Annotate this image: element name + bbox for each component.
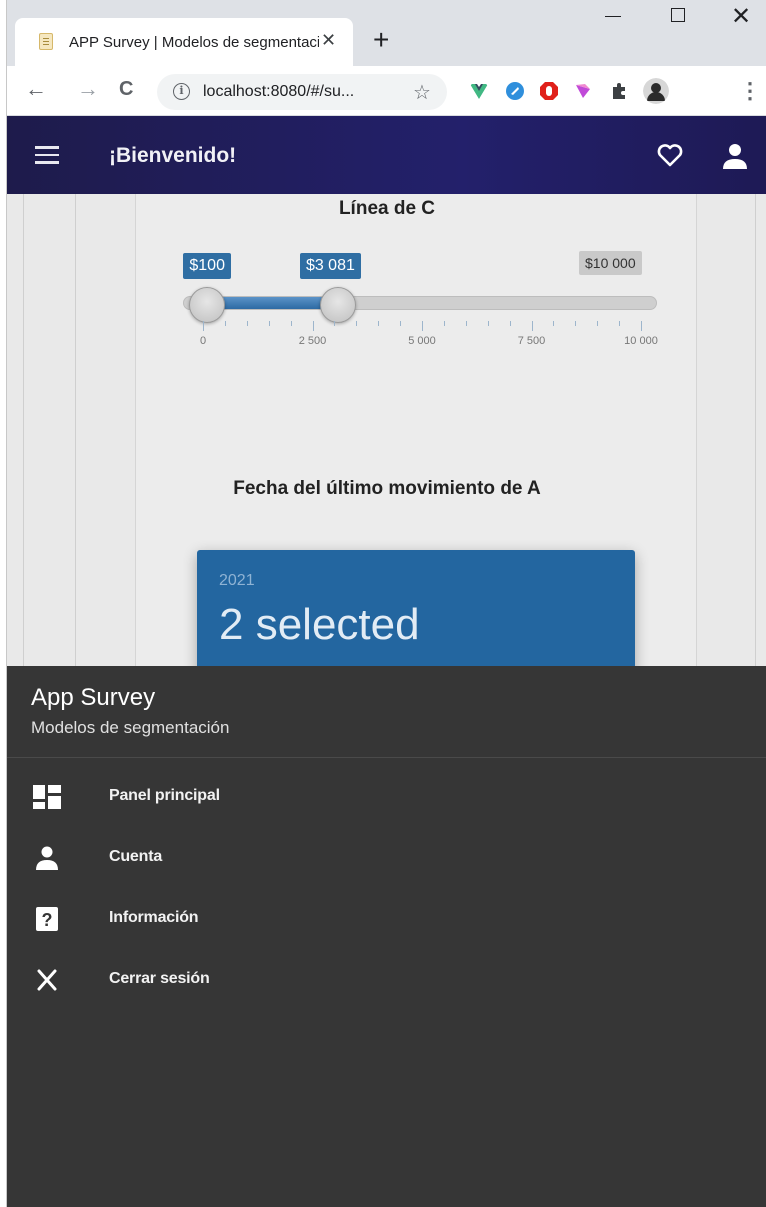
slider-tick: [575, 321, 577, 326]
tab-title: APP Survey | Modelos de segmentación: [69, 34, 319, 51]
tab-strip: APP Survey | Modelos de segmentación ✕ +…: [7, 0, 766, 66]
maximize-button[interactable]: [671, 8, 685, 22]
slider-tick-label: 0: [199, 335, 207, 347]
slider-tick: [400, 321, 402, 326]
date-section-title: Fecha del último movimiento de A: [233, 478, 541, 499]
drawer-subtitle: Modelos de segmentación: [31, 718, 230, 737]
slider-tick: [465, 321, 467, 326]
reload-button[interactable]: C: [119, 78, 133, 101]
menu-item-label: Cuenta: [109, 848, 163, 865]
slider-max-badge: $10 000: [579, 251, 642, 275]
url-text: localhost:8080/#/su...: [203, 83, 355, 100]
account-icon: [36, 846, 58, 870]
menu-item-label: Panel principal: [109, 787, 220, 804]
slider-tick: [422, 321, 423, 331]
slider-title: Línea de C: [338, 198, 436, 219]
navigation-drawer: App Survey Modelos de segmentación Panel…: [7, 666, 766, 1207]
close-icon: [37, 969, 57, 991]
drawer-title: App Survey: [31, 684, 156, 711]
tab-close-icon[interactable]: ✕: [321, 30, 336, 51]
menu-item-label: Cerrar sesión: [109, 970, 210, 987]
menu-item-cuenta[interactable]: Cuenta: [7, 833, 766, 883]
minimize-button[interactable]: [605, 16, 621, 17]
menu-item-label: Información: [109, 909, 199, 926]
browser-window: APP Survey | Modelos de segmentación ✕ +…: [6, 0, 766, 1207]
forward-button[interactable]: →: [77, 76, 99, 102]
slider-tick: [268, 321, 270, 326]
dashboard-icon: [33, 785, 61, 809]
menu-item-cerrar-sesion[interactable]: Cerrar sesión: [7, 955, 766, 1005]
adblock-icon[interactable]: [539, 81, 559, 101]
new-tab-button[interactable]: +: [373, 24, 389, 56]
extension-gradient-icon[interactable]: [573, 81, 593, 101]
slider-tick-label: 2 500: [298, 335, 327, 347]
bookmark-star-icon[interactable]: ☆: [413, 80, 431, 105]
profile-avatar[interactable]: [643, 78, 669, 104]
menu-icon[interactable]: [35, 146, 59, 164]
vue-devtools-icon[interactable]: [469, 81, 489, 101]
drawer-divider: [7, 757, 766, 758]
slider-tick: [509, 321, 511, 326]
layout-rail: [75, 194, 76, 666]
extension-blue-icon[interactable]: [505, 81, 525, 101]
menu-item-informacion[interactable]: ? Información: [7, 894, 766, 944]
help-icon: ?: [36, 907, 58, 931]
slider-tick: [641, 321, 642, 331]
range-slider-track[interactable]: [183, 296, 657, 310]
slider-tick: [531, 321, 533, 331]
slider-tick: [334, 321, 336, 326]
slider-tick: [356, 321, 358, 326]
slider-tick-label: 10 000: [624, 335, 658, 347]
heart-icon[interactable]: [655, 140, 685, 170]
slider-tick: [312, 321, 314, 331]
app-bar: ¡Bienvenido!: [7, 116, 766, 194]
date-selected-count: 2 selected: [219, 600, 420, 649]
slider-tick: [203, 321, 204, 331]
slider-tick: [378, 321, 380, 326]
info-icon[interactable]: i: [173, 83, 190, 100]
date-year[interactable]: 2021: [219, 572, 255, 590]
slider-tick: [224, 321, 226, 326]
browser-menu-icon[interactable]: ⋮: [739, 78, 761, 104]
date-picker-header[interactable]: 2021 2 selected: [197, 550, 635, 666]
menu-item-panel-principal[interactable]: Panel principal: [7, 772, 766, 822]
slider-tick: [487, 321, 489, 326]
range-slider-high-handle[interactable]: [319, 287, 356, 323]
slider-tick: [443, 321, 445, 326]
svg-text:?: ?: [42, 910, 53, 930]
slider-tick: [619, 321, 621, 326]
slider-tick: [597, 321, 599, 326]
slider-low-value-badge: $100: [183, 253, 231, 279]
back-button[interactable]: ←: [25, 76, 47, 102]
slider-tick: [246, 321, 248, 326]
survey-content: Línea de C $100 $3 081 $10 000 0 2 500 5 0…: [7, 194, 766, 666]
browser-toolbar: ← → C i localhost:8080/#/su... ☆ ⋮: [7, 66, 766, 116]
slider-tick: [290, 321, 292, 326]
slider-tick: [553, 321, 555, 326]
slider-tick-label: 7 500: [517, 335, 546, 347]
extensions-puzzle-icon[interactable]: [609, 81, 629, 101]
slider-tick-label: 5 000: [408, 335, 436, 347]
app-title: ¡Bienvenido!: [109, 144, 237, 167]
user-icon[interactable]: [721, 141, 749, 171]
layout-rail: [755, 194, 756, 666]
layout-rail: [23, 194, 24, 666]
window-close-button[interactable]: ✕: [731, 2, 751, 31]
slider-high-value-badge: $3 081: [299, 253, 361, 279]
favicon-icon: [39, 33, 53, 50]
address-bar[interactable]: i localhost:8080/#/su... ☆: [157, 74, 447, 110]
